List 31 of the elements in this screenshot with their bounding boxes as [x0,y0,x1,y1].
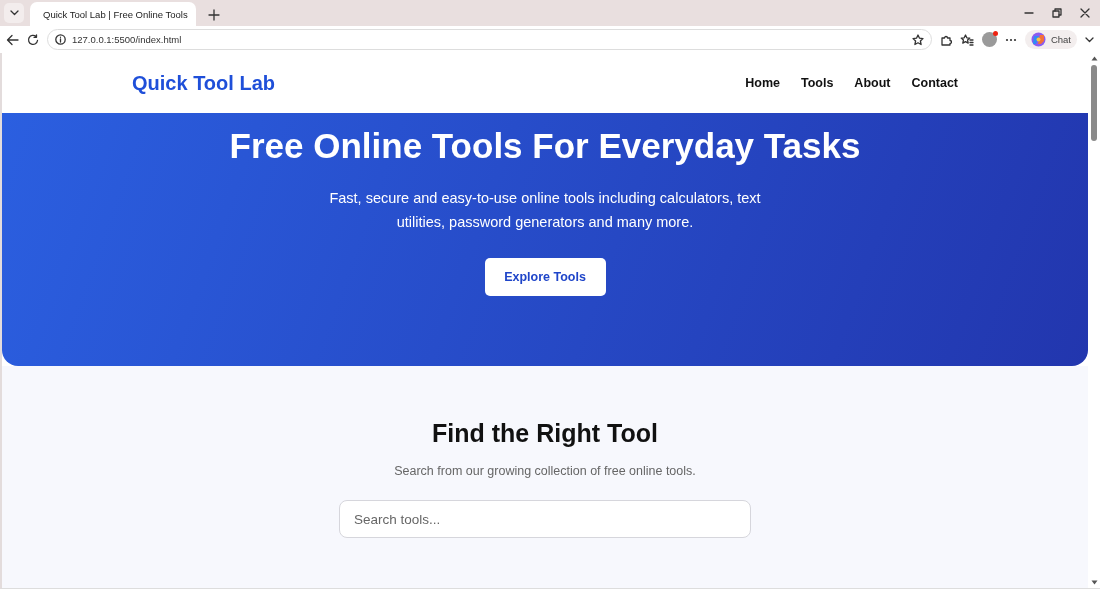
scrollbar-thumb[interactable] [1091,65,1097,141]
new-tab-icon[interactable] [208,9,220,21]
hero-title: Free Online Tools For Everyday Tasks [229,126,861,166]
info-icon [55,34,66,45]
nav-link[interactable]: Home [745,76,780,90]
chevron-down-icon [9,10,19,16]
profile-avatar[interactable] [981,32,997,47]
nav-link[interactable]: Tools [800,76,834,90]
chevron-down-icon[interactable] [1085,36,1094,43]
browser-tab[interactable]: Quick Tool Lab | Free Online Tools [30,2,196,26]
section-title: Find the Right Tool [432,419,658,448]
restore-icon[interactable] [1052,8,1062,18]
explore-tools-button[interactable]: Explore Tools [484,258,606,296]
nav-link[interactable]: About [854,76,891,90]
section-subtitle: Search from our growing collection of free online tools. [394,464,696,478]
search-field[interactable]: Search tools... [339,500,751,538]
url-text: 127.0.0.1:5500/index.html [72,34,183,45]
more-icon[interactable] [1004,37,1017,42]
hero-description: Fast, secure and easy-to-use online tools including calculators, text utilities, password generators and many more. [328,189,762,232]
site-logo[interactable]: Quick Tool Lab [132,71,275,95]
scroll-up-icon[interactable] [1090,56,1098,61]
close-icon[interactable] [1080,8,1090,18]
star-icon[interactable] [911,33,924,46]
copilot-icon [1030,32,1046,47]
reload-icon[interactable] [27,33,39,46]
back-icon[interactable] [6,33,19,46]
nav-link[interactable]: Contact [911,76,958,90]
scroll-down-icon[interactable] [1090,580,1098,585]
puzzle-icon[interactable] [939,33,952,46]
favorites-icon[interactable] [959,33,974,46]
chat-button[interactable]: Chat [1024,30,1077,49]
